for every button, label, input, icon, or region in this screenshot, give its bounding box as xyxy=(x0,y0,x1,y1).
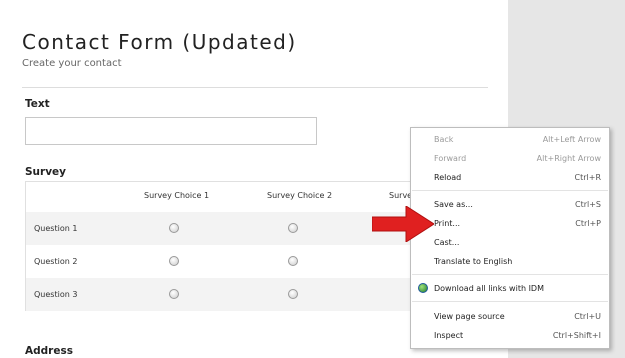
context-menu: Back Alt+Left Arrow Forward Alt+Right Ar… xyxy=(410,127,610,349)
text-input[interactable] xyxy=(25,117,317,145)
menu-item-translate[interactable]: Translate to English xyxy=(411,253,609,271)
menu-separator xyxy=(412,190,608,191)
menu-item-shortcut: Ctrl+S xyxy=(574,200,601,209)
menu-item-download-idm[interactable]: Download all links with IDM xyxy=(411,280,609,298)
menu-item-shortcut: Ctrl+U xyxy=(574,312,601,321)
menu-item-shortcut: Ctrl+R xyxy=(574,173,602,182)
survey-column-header: Survey Choice 1 xyxy=(144,191,210,200)
menu-separator xyxy=(412,274,608,275)
title-divider xyxy=(22,87,488,88)
menu-item-view-source[interactable]: View page source Ctrl+U xyxy=(411,308,609,326)
survey-column-header: Survey Choice 2 xyxy=(267,191,333,200)
menu-item-shortcut: Ctrl+Shift+I xyxy=(552,331,601,340)
menu-item-label: Back xyxy=(434,135,454,144)
menu-item-shortcut: Alt+Left Arrow xyxy=(542,135,601,144)
menu-item-shortcut: Ctrl+P xyxy=(575,219,601,228)
menu-item-cast[interactable]: Cast... xyxy=(411,234,609,252)
survey-radio[interactable] xyxy=(169,223,179,233)
menu-item-shortcut: Alt+Right Arrow xyxy=(536,154,601,163)
menu-item-inspect[interactable]: Inspect Ctrl+Shift+I xyxy=(411,327,609,345)
survey-radio[interactable] xyxy=(288,289,298,299)
menu-item-label: Translate to English xyxy=(434,257,513,266)
address-label: Address xyxy=(25,345,73,357)
menu-separator xyxy=(412,301,608,302)
menu-item-label: Inspect xyxy=(434,331,464,340)
red-arrow-icon xyxy=(372,206,434,242)
menu-item-label: Download all links with IDM xyxy=(434,284,544,293)
survey-radio[interactable] xyxy=(169,289,179,299)
menu-item-label: Reload xyxy=(434,173,462,182)
page-title: Contact Form (Updated) xyxy=(22,30,297,54)
menu-item-back[interactable]: Back Alt+Left Arrow xyxy=(411,131,609,149)
page-subtitle: Create your contact xyxy=(22,58,122,69)
survey-radio[interactable] xyxy=(288,256,298,266)
text-field-label: Text xyxy=(25,98,50,110)
menu-item-label: Save as... xyxy=(434,200,473,209)
survey-radio[interactable] xyxy=(288,223,298,233)
survey-radio[interactable] xyxy=(169,256,179,266)
menu-item-forward[interactable]: Forward Alt+Right Arrow xyxy=(411,150,609,168)
menu-item-label: Cast... xyxy=(434,238,460,247)
menu-item-save-as[interactable]: Save as... Ctrl+S xyxy=(411,196,609,214)
menu-item-label: Forward xyxy=(434,154,467,163)
survey-question-label: Question 1 xyxy=(34,224,78,233)
menu-item-reload[interactable]: Reload Ctrl+R xyxy=(411,169,609,187)
survey-question-label: Question 2 xyxy=(34,257,78,266)
survey-label: Survey xyxy=(25,166,67,178)
survey-question-label: Question 3 xyxy=(34,290,78,299)
menu-item-print[interactable]: Print... Ctrl+P xyxy=(411,215,609,233)
menu-item-label: Print... xyxy=(434,219,461,228)
menu-item-label: View page source xyxy=(434,312,505,321)
idm-icon xyxy=(418,283,428,293)
